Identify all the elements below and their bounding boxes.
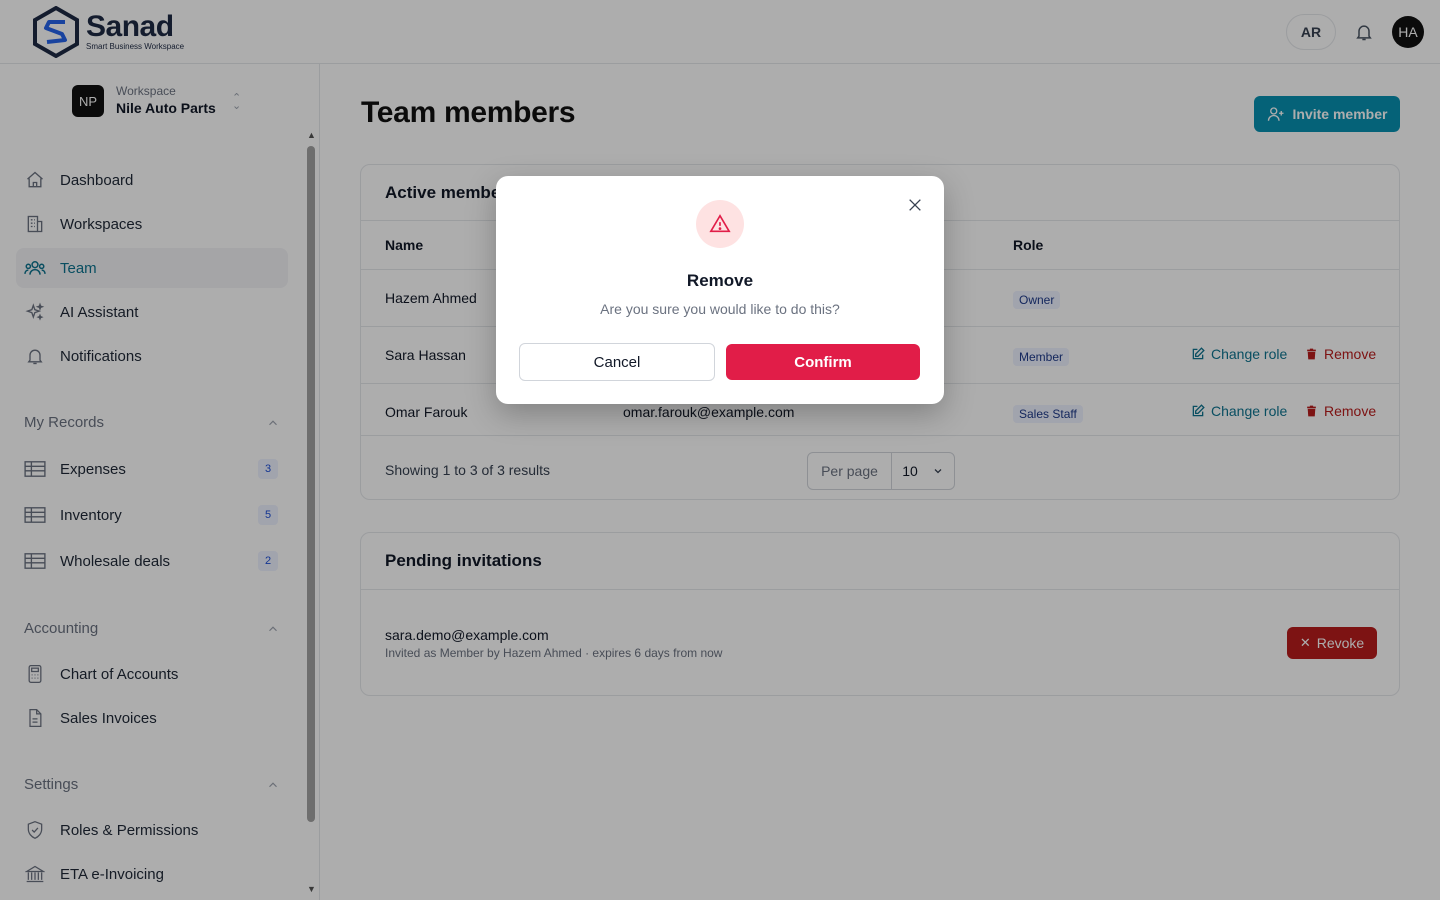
- confirm-button[interactable]: Confirm: [726, 344, 920, 380]
- close-dialog-button[interactable]: [904, 194, 926, 216]
- modal-backdrop[interactable]: [0, 0, 1440, 900]
- dialog-title: Remove: [686, 271, 754, 290]
- close-icon: [909, 199, 921, 211]
- warning-icon: [696, 200, 744, 248]
- dialog-description: Are you sure you would like to do this?: [600, 301, 840, 317]
- confirm-remove-dialog: Remove Are you sure you would like to do…: [496, 176, 944, 404]
- cancel-button[interactable]: Cancel: [519, 343, 715, 381]
